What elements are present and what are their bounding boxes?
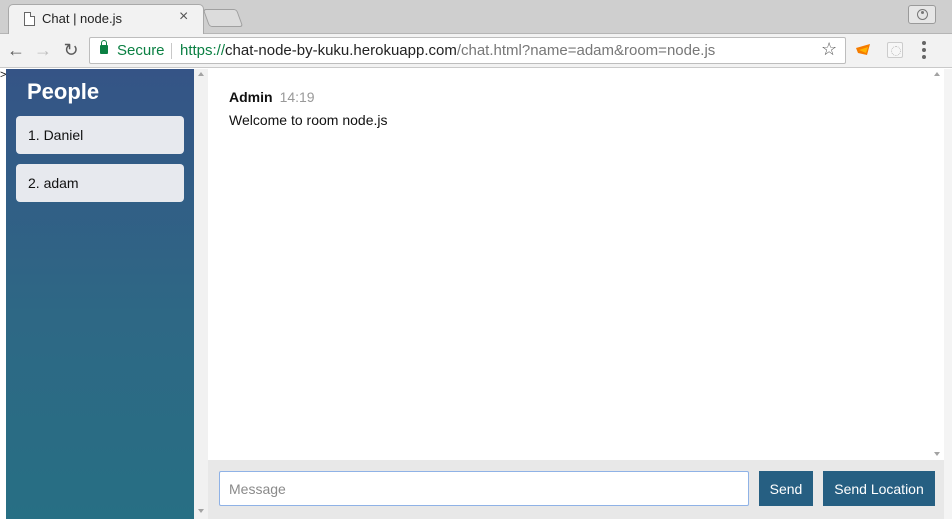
page-icon bbox=[24, 12, 35, 26]
new-tab-button[interactable] bbox=[202, 9, 244, 27]
profile-button[interactable] bbox=[908, 5, 936, 24]
send-location-button[interactable]: Send Location bbox=[823, 471, 935, 506]
send-button[interactable]: Send bbox=[759, 471, 813, 506]
person-item: 2. adam bbox=[16, 164, 184, 202]
secure-label: Secure bbox=[117, 42, 165, 59]
extension-icon[interactable] bbox=[856, 44, 870, 55]
close-tab-icon[interactable]: × bbox=[179, 9, 188, 25]
omnibox-divider bbox=[171, 43, 172, 59]
browser-menu-icon[interactable] bbox=[922, 41, 926, 59]
sidebar-scrollbar[interactable] bbox=[194, 69, 208, 519]
message-author: Admin bbox=[229, 89, 273, 105]
forward-arrow-icon[interactable]: → bbox=[32, 39, 54, 61]
scroll-down-icon[interactable] bbox=[198, 509, 204, 513]
bookmark-star-icon[interactable]: ☆ bbox=[821, 39, 837, 60]
url-scheme: https:// bbox=[180, 42, 226, 59]
back-arrow-icon[interactable]: ← bbox=[5, 39, 27, 61]
message-composer: Send Send Location bbox=[208, 460, 944, 519]
reload-icon[interactable]: ↻ bbox=[60, 39, 82, 61]
url-path: /chat.html?name=adam&room=node.js bbox=[456, 42, 716, 59]
chat-page: > People 1. Daniel 2. adam Admin 14:19 We… bbox=[0, 69, 952, 519]
browser-window: Chat | node.js × ← → ↻ Secure https://ch… bbox=[0, 0, 952, 519]
scroll-down-icon[interactable] bbox=[934, 452, 940, 456]
scroll-up-icon[interactable] bbox=[198, 72, 204, 76]
window-edge bbox=[944, 69, 952, 519]
tab-strip: Chat | node.js × bbox=[0, 0, 952, 35]
sidebar-title: People bbox=[27, 79, 100, 104]
messages-scrollbar[interactable] bbox=[930, 69, 944, 460]
message-time: 14:19 bbox=[279, 89, 315, 105]
people-sidebar: People 1. Daniel 2. adam bbox=[6, 69, 194, 519]
lock-icon bbox=[100, 40, 108, 54]
extension-icon-2[interactable] bbox=[887, 42, 903, 58]
browser-tab[interactable]: Chat | node.js × bbox=[8, 4, 204, 35]
message-item: Admin 14:19 Welcome to room node.js bbox=[229, 89, 387, 128]
person-item: 1. Daniel bbox=[16, 116, 184, 154]
user-icon bbox=[917, 9, 928, 20]
browser-toolbar: ← → ↻ Secure https://chat-node-by-kuku.h… bbox=[0, 34, 952, 68]
tab-title: Chat | node.js bbox=[42, 11, 122, 26]
url-text[interactable]: https://chat-node-by-kuku.herokuapp.com/… bbox=[180, 42, 715, 59]
message-text: Welcome to room node.js bbox=[229, 112, 388, 128]
message-input[interactable] bbox=[219, 471, 749, 506]
message-list: Admin 14:19 Welcome to room node.js bbox=[208, 69, 930, 460]
scroll-up-icon[interactable] bbox=[934, 72, 940, 76]
url-host: chat-node-by-kuku.herokuapp.com bbox=[225, 42, 457, 59]
address-bar[interactable]: Secure https://chat-node-by-kuku.herokua… bbox=[89, 37, 846, 64]
